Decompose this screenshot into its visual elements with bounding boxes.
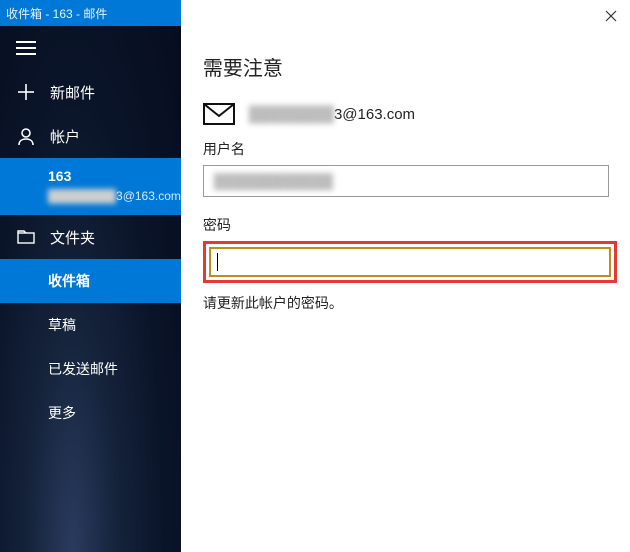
account-item[interactable]: 163 ████████3@163.com [0, 158, 181, 215]
password-highlight-box [203, 241, 617, 283]
password-label: 密码 [203, 215, 617, 235]
person-icon [16, 127, 36, 145]
account-name: 163 [48, 166, 181, 187]
plus-icon [16, 83, 36, 101]
folders-button[interactable]: 文件夹 [0, 215, 181, 259]
folder-more[interactable]: 更多 [0, 391, 181, 435]
hamburger-icon [16, 41, 36, 55]
folders-label: 文件夹 [50, 227, 95, 248]
password-input[interactable] [209, 247, 611, 277]
folder-label: 已发送邮件 [48, 359, 118, 379]
password-hint: 请更新此帐户的密码。 [203, 293, 617, 313]
folder-sent[interactable]: 已发送邮件 [0, 347, 181, 391]
window-title: 收件箱 - 163 - 邮件 [0, 0, 181, 26]
hamburger-menu[interactable] [0, 26, 181, 70]
accounts-label: 帐户 [50, 126, 80, 147]
sidebar: 收件箱 - 163 - 邮件 新邮件 帐户 [0, 0, 181, 552]
folder-icon [16, 230, 36, 244]
username-label: 用户名 [203, 139, 617, 159]
username-input[interactable]: ████████████ [203, 165, 609, 197]
folder-label: 草稿 [48, 315, 76, 335]
username-value: ████████████ [214, 173, 333, 189]
close-icon [605, 10, 617, 22]
new-mail-button[interactable]: 新邮件 [0, 70, 181, 114]
dialog-panel: 需要注意 ████████3@163.com 用户名 ████████████ … [181, 0, 630, 552]
account-email-row: ████████3@163.com [203, 103, 617, 125]
folder-inbox[interactable]: 收件箱 [0, 259, 181, 303]
close-button[interactable] [589, 2, 630, 30]
account-email-text: ████████3@163.com [249, 106, 415, 123]
new-mail-label: 新邮件 [50, 82, 95, 103]
account-email: ████████3@163.com [48, 187, 181, 205]
folder-label: 更多 [48, 403, 76, 423]
accounts-button[interactable]: 帐户 [0, 114, 181, 158]
folder-drafts[interactable]: 草稿 [0, 303, 181, 347]
folder-label: 收件箱 [48, 271, 90, 291]
dialog-title: 需要注意 [203, 52, 617, 81]
text-caret [217, 253, 218, 271]
window-title-text: 收件箱 - 163 - 邮件 [6, 5, 107, 22]
mail-icon [203, 103, 235, 125]
